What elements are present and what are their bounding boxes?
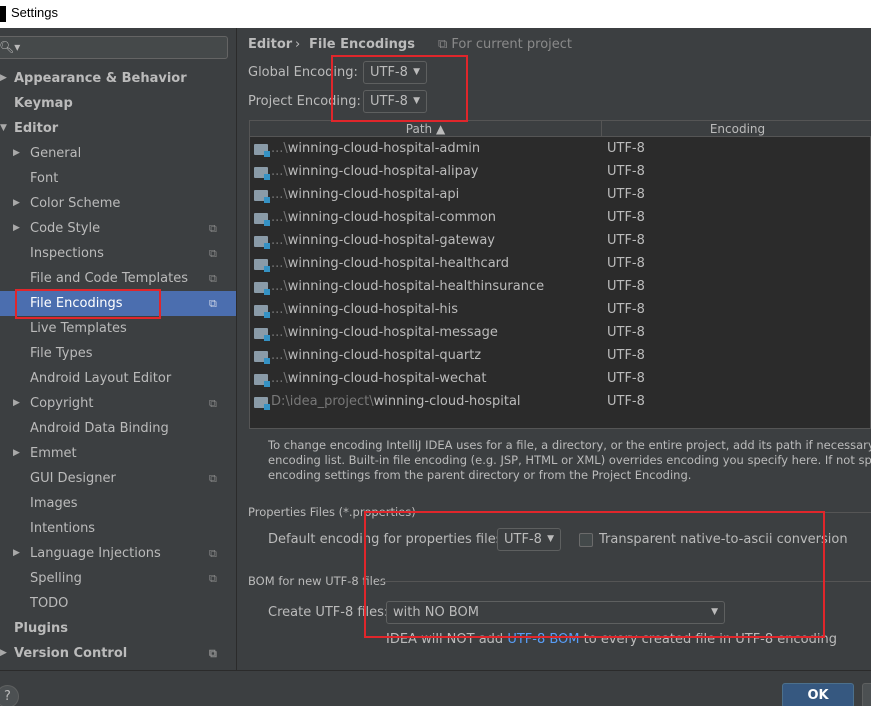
sidebar-item-copyright[interactable]: ▶ Copyright ⧉	[0, 391, 236, 416]
breadcrumb-separator: ›	[295, 37, 301, 52]
table-row[interactable]: ...\winning-cloud-hospital-api UTF-8	[250, 183, 871, 206]
sidebar-item-android-layout-editor[interactable]: Android Layout Editor	[0, 366, 236, 391]
project-scope-icon: ⧉	[209, 247, 217, 260]
sidebar-item-file-code-templates[interactable]: File and Code Templates ⧉	[0, 266, 236, 291]
help-text: To change encoding IntelliJ IDEA uses fo…	[268, 438, 871, 482]
settings-sidebar: 🔍︎▾ ▶ Appearance & Behavior Keymap ▼ Edi…	[0, 28, 237, 670]
table-row[interactable]: ...\winning-cloud-hospital-wechat UTF-8	[250, 367, 871, 390]
module-folder-icon	[254, 328, 270, 341]
table-row[interactable]: ...\winning-cloud-hospital-gateway UTF-8	[250, 229, 871, 252]
sidebar-item-live-templates[interactable]: Live Templates	[0, 316, 236, 341]
chevron-right-icon: ▶	[13, 398, 20, 408]
search-input[interactable]: 🔍︎▾	[0, 36, 228, 59]
module-folder-icon	[254, 167, 270, 180]
sidebar-item-font[interactable]: Font	[0, 166, 236, 191]
sidebar-item-appearance[interactable]: ▶ Appearance & Behavior	[0, 66, 236, 91]
sidebar-item-plugins[interactable]: Plugins	[0, 616, 236, 641]
module-folder-icon	[254, 305, 270, 318]
cancel-button[interactable]	[862, 683, 871, 706]
sidebar-item-color-scheme[interactable]: ▶ Color Scheme	[0, 191, 236, 216]
project-scope-icon: ⧉	[209, 222, 217, 235]
ok-button[interactable]: OK	[782, 683, 854, 706]
sidebar-item-version-control[interactable]: ▶ Version Control ⧉	[0, 641, 236, 666]
window-title: Settings	[11, 5, 58, 20]
module-folder-icon	[254, 213, 270, 226]
project-scope-icon: ⧉	[209, 572, 217, 585]
dialog-footer: ? OK	[0, 670, 871, 706]
table-row[interactable]: ...\winning-cloud-hospital-alipay UTF-8	[250, 160, 871, 183]
scope-label: ⧉ For current project	[438, 37, 573, 52]
module-folder-icon	[254, 144, 270, 157]
help-button[interactable]: ?	[0, 685, 19, 706]
sidebar-item-gui-designer[interactable]: GUI Designer ⧉	[0, 466, 236, 491]
table-row[interactable]: ...\winning-cloud-hospital-message UTF-8	[250, 321, 871, 344]
highlight-box	[331, 55, 468, 122]
module-folder-icon	[254, 351, 270, 364]
sidebar-item-emmet[interactable]: ▶ Emmet	[0, 441, 236, 466]
page-title: File Encodings	[309, 37, 415, 52]
table-header: Path ▲ Encoding	[250, 121, 871, 137]
sidebar-item-language-injections[interactable]: ▶ Language Injections ⧉	[0, 541, 236, 566]
sidebar-item-spelling[interactable]: Spelling ⧉	[0, 566, 236, 591]
sidebar-item-file-types[interactable]: File Types	[0, 341, 236, 366]
project-scope-icon: ⧉	[438, 37, 452, 52]
table-row[interactable]: ...\winning-cloud-hospital-healthcard UTF…	[250, 252, 871, 275]
chevron-right-icon: ▶	[13, 548, 20, 558]
highlight-box	[364, 511, 825, 638]
table-row[interactable]: ...\winning-cloud-hospital-his UTF-8	[250, 298, 871, 321]
search-icon: 🔍︎▾	[0, 40, 21, 54]
sidebar-item-editor[interactable]: ▼ Editor	[0, 116, 236, 141]
file-encodings-table[interactable]: Path ▲ Encoding ...\winning-cloud-hospit…	[249, 120, 871, 429]
module-folder-icon	[254, 190, 270, 203]
project-scope-icon: ⧉	[209, 397, 217, 410]
module-folder-icon	[254, 282, 270, 295]
chevron-right-icon: ▶	[13, 223, 20, 233]
sidebar-item-keymap[interactable]: Keymap	[0, 91, 236, 116]
project-scope-icon: ⧉	[209, 297, 217, 310]
table-row[interactable]: ...\winning-cloud-hospital-healthinsuran…	[250, 275, 871, 298]
sidebar-item-images[interactable]: Images	[0, 491, 236, 516]
table-row[interactable]: ...\winning-cloud-hospital-quartz UTF-8	[250, 344, 871, 367]
module-folder-icon	[254, 236, 270, 249]
project-folder-icon	[254, 397, 270, 410]
module-folder-icon	[254, 374, 270, 387]
module-folder-icon	[254, 259, 270, 272]
table-row[interactable]: ...\winning-cloud-hospital-admin UTF-8	[250, 137, 871, 160]
title-bar: Settings	[0, 0, 871, 28]
project-scope-icon: ⧉	[209, 472, 217, 485]
sidebar-item-android-data-binding[interactable]: Android Data Binding	[0, 416, 236, 441]
sidebar-item-intentions[interactable]: Intentions	[0, 516, 236, 541]
sidebar-item-general[interactable]: ▶ General	[0, 141, 236, 166]
project-scope-icon: ⧉	[209, 647, 217, 660]
chevron-right-icon: ▶	[13, 198, 20, 208]
sidebar-item-code-style[interactable]: ▶ Code Style ⧉	[0, 216, 236, 241]
sidebar-item-todo[interactable]: TODO	[0, 591, 236, 616]
path-column-header[interactable]: Path ▲	[250, 121, 602, 137]
highlight-box	[15, 289, 161, 319]
project-scope-icon: ⧉	[209, 547, 217, 560]
encoding-column-header[interactable]: Encoding	[603, 121, 871, 137]
chevron-right-icon: ▶	[13, 448, 20, 458]
chevron-right-icon: ▶	[13, 148, 20, 158]
app-icon	[0, 6, 6, 22]
settings-main-panel: Editor › File Encodings ⧉ For current pr…	[238, 28, 871, 670]
breadcrumb-parent[interactable]: Editor	[248, 37, 292, 52]
chevron-right-icon: ▶	[0, 73, 7, 83]
chevron-down-icon: ▼	[0, 123, 7, 133]
sort-ascending-icon: ▲	[435, 122, 446, 136]
table-row[interactable]: D:\idea_project\winning-cloud-hospital UT…	[250, 390, 871, 413]
table-row[interactable]: ...\winning-cloud-hospital-common UTF-8	[250, 206, 871, 229]
project-scope-icon: ⧉	[209, 272, 217, 285]
sidebar-item-inspections[interactable]: Inspections ⧉	[0, 241, 236, 266]
chevron-right-icon: ▶	[0, 648, 7, 658]
